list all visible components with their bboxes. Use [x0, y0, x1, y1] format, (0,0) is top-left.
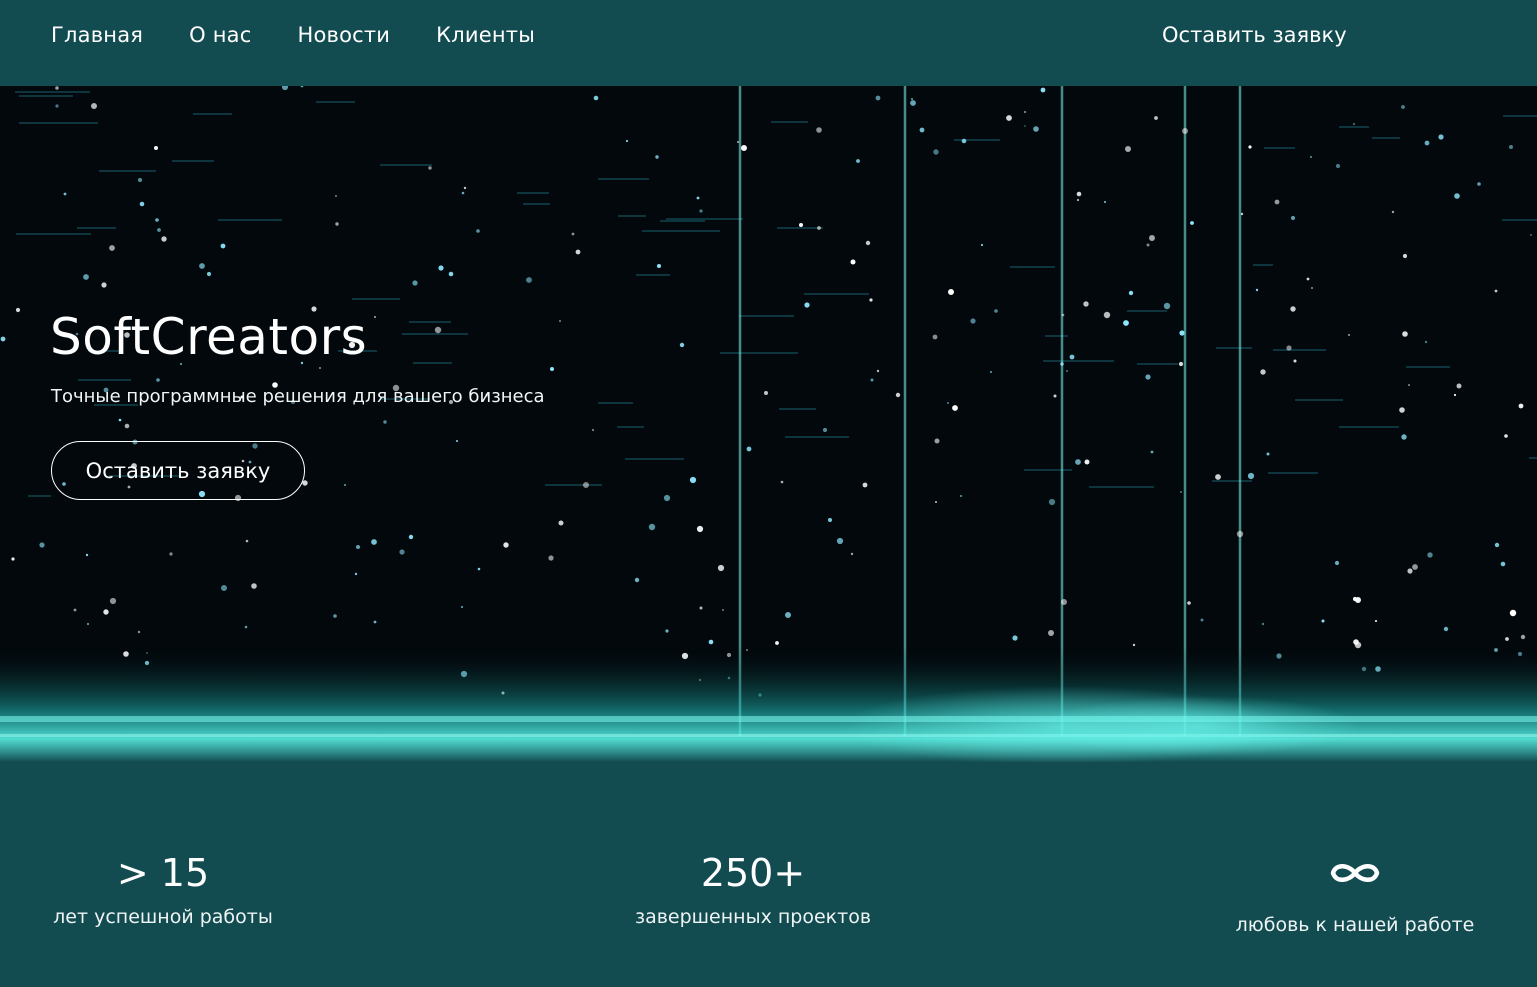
stat-value: 250+	[700, 851, 806, 895]
main-nav: Главная О нас Новости Клиенты	[51, 0, 581, 70]
stats-section: > 15 лет успешной работы 250+ завершенны…	[0, 762, 1537, 987]
nav-link-about[interactable]: О нас	[189, 23, 251, 47]
infinity-icon	[1330, 864, 1380, 882]
site-header: Главная О нас Новости Клиенты Оставить з…	[0, 0, 1537, 86]
stat-value-icon	[1232, 852, 1478, 902]
stat-love: любовь к нашей работе	[1232, 852, 1478, 936]
nav-link-clients[interactable]: Клиенты	[436, 23, 535, 47]
stat-value: > 15	[116, 851, 210, 895]
stat-label: завершенных проектов	[634, 906, 872, 928]
stat-years: > 15 лет успешной работы	[51, 852, 275, 928]
stat-projects: 250+ завершенных проектов	[631, 852, 875, 928]
nav-link-news[interactable]: Новости	[297, 23, 390, 47]
header-request-link[interactable]: Оставить заявку	[1162, 0, 1347, 70]
hero-section: SoftCreators Точные программные решения …	[0, 86, 1537, 762]
stat-label: любовь к нашей работе	[1235, 914, 1475, 936]
stat-label: лет успешной работы	[53, 906, 273, 928]
hero-title: SoftCreators	[50, 308, 368, 366]
hero-request-button[interactable]: Оставить заявку	[51, 441, 305, 500]
nav-link-home[interactable]: Главная	[51, 23, 143, 47]
hero-subtitle: Точные программные решения для вашего би…	[51, 386, 545, 407]
hero-background-image	[0, 86, 1537, 762]
